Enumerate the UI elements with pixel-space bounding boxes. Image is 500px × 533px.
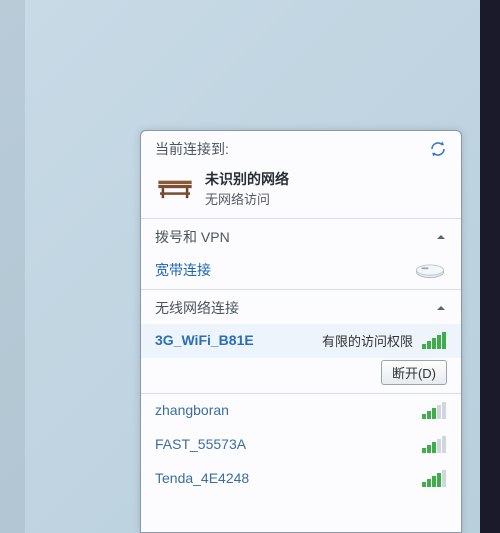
signal-icon [421, 400, 447, 420]
modem-icon [413, 259, 447, 281]
wifi-status: 有限的访问权限 [322, 331, 413, 350]
refresh-icon[interactable] [429, 140, 447, 158]
current-network-status: 无网络访问 [205, 189, 289, 208]
wifi-item[interactable]: zhangboran [141, 394, 461, 428]
signal-icon [421, 330, 447, 350]
section-label: 拨号和 VPN [155, 227, 230, 247]
wifi-ssid: zhangboran [155, 402, 229, 418]
section-label: 无线网络连接 [155, 298, 239, 318]
chevron-up-icon [435, 302, 447, 314]
signal-icon [421, 434, 447, 454]
current-network-name: 未识别的网络 [205, 169, 289, 189]
wifi-item[interactable]: FAST_55573A [141, 428, 461, 462]
section-wireless[interactable]: 无线网络连接 [141, 290, 461, 324]
signal-icon [421, 468, 447, 488]
section-dialup-vpn[interactable]: 拨号和 VPN [141, 219, 461, 253]
network-flyout: 当前连接到: 未识别的网络 无网络访问 拨号和 VPN 宽带连接 [140, 130, 462, 533]
wifi-ssid: 3G_WiFi_B81E [155, 332, 254, 348]
current-connection: 未识别的网络 无网络访问 [141, 165, 461, 218]
disconnect-button[interactable]: 断开(D) [381, 360, 447, 385]
chevron-up-icon [435, 231, 447, 243]
flyout-header: 当前连接到: [141, 131, 461, 165]
wifi-ssid: Tenda_4E4248 [155, 470, 249, 486]
wifi-ssid: FAST_55573A [155, 436, 246, 452]
broadband-label: 宽带连接 [155, 260, 211, 280]
wifi-item[interactable]: Tenda_4E4248 [141, 462, 461, 496]
broadband-connection-item[interactable]: 宽带连接 [141, 253, 461, 289]
header-title: 当前连接到: [155, 139, 229, 159]
wifi-item-connected[interactable]: 3G_WiFi_B81E 有限的访问权限 [141, 324, 461, 358]
bench-icon [155, 175, 195, 203]
